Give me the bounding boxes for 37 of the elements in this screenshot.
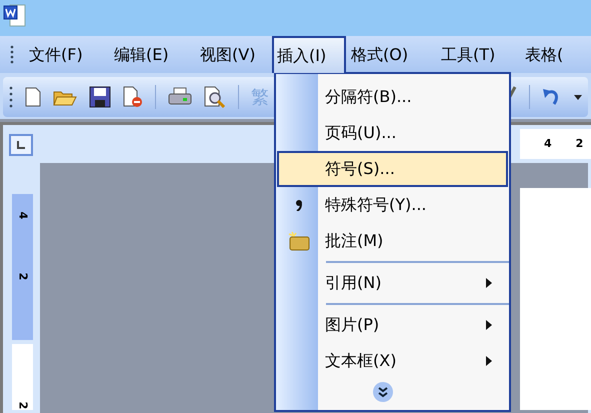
menu-item[interactable]: 格式(O) — [346, 36, 436, 73]
dropdown-arrow-icon[interactable] — [574, 94, 582, 100]
save-icon[interactable] — [89, 86, 111, 108]
ruler-number: 4 — [17, 212, 28, 220]
menu-item[interactable]: 文件(F) — [24, 36, 109, 73]
ruler-number: 2 — [576, 136, 584, 152]
tab-stop-selector[interactable] — [9, 134, 33, 156]
submenu-arrow-icon — [486, 278, 492, 288]
menu-entry[interactable]: 分隔符(B)... — [277, 79, 508, 115]
menu-item[interactable]: 工具(T) — [436, 36, 520, 73]
print-preview-icon[interactable] — [204, 86, 226, 108]
menu-item[interactable]: 视图(V) — [195, 36, 272, 73]
menu-item[interactable]: 插入(I) — [272, 36, 346, 73]
printer-icon[interactable] — [168, 87, 192, 107]
comma-icon — [296, 200, 302, 210]
sticky-note-icon — [288, 231, 310, 251]
document-block-icon[interactable] — [123, 86, 143, 108]
menu-entry[interactable]: 引用(N) — [277, 265, 508, 301]
menu-entry[interactable]: 特殊符号(Y)... — [277, 187, 508, 223]
ruler-number: 2 — [17, 272, 28, 280]
menu-item[interactable]: 表格( — [520, 36, 580, 73]
menu-entry[interactable]: 符号(S)... — [277, 151, 508, 187]
ruler-number: 2 — [17, 402, 28, 410]
submenu-arrow-icon — [486, 320, 492, 330]
expand-chevron-icon[interactable] — [372, 381, 394, 403]
submenu-arrow-icon — [486, 356, 492, 366]
menu-entry[interactable]: 页码(U)... — [277, 115, 508, 151]
left-tab-icon — [17, 141, 25, 149]
menu-entry[interactable]: 批注(M) — [277, 223, 508, 259]
word-document-icon — [3, 3, 27, 29]
menu-entry[interactable]: 文本框(X) — [277, 343, 508, 379]
menu-item[interactable]: 编辑(E) — [109, 36, 195, 73]
menu-entry[interactable]: 图片(P) — [277, 307, 508, 343]
grip-icon[interactable] — [9, 86, 13, 108]
ruler-number: 4 — [544, 136, 552, 152]
grip-icon[interactable] — [10, 44, 14, 64]
new-document-icon[interactable] — [25, 87, 41, 107]
